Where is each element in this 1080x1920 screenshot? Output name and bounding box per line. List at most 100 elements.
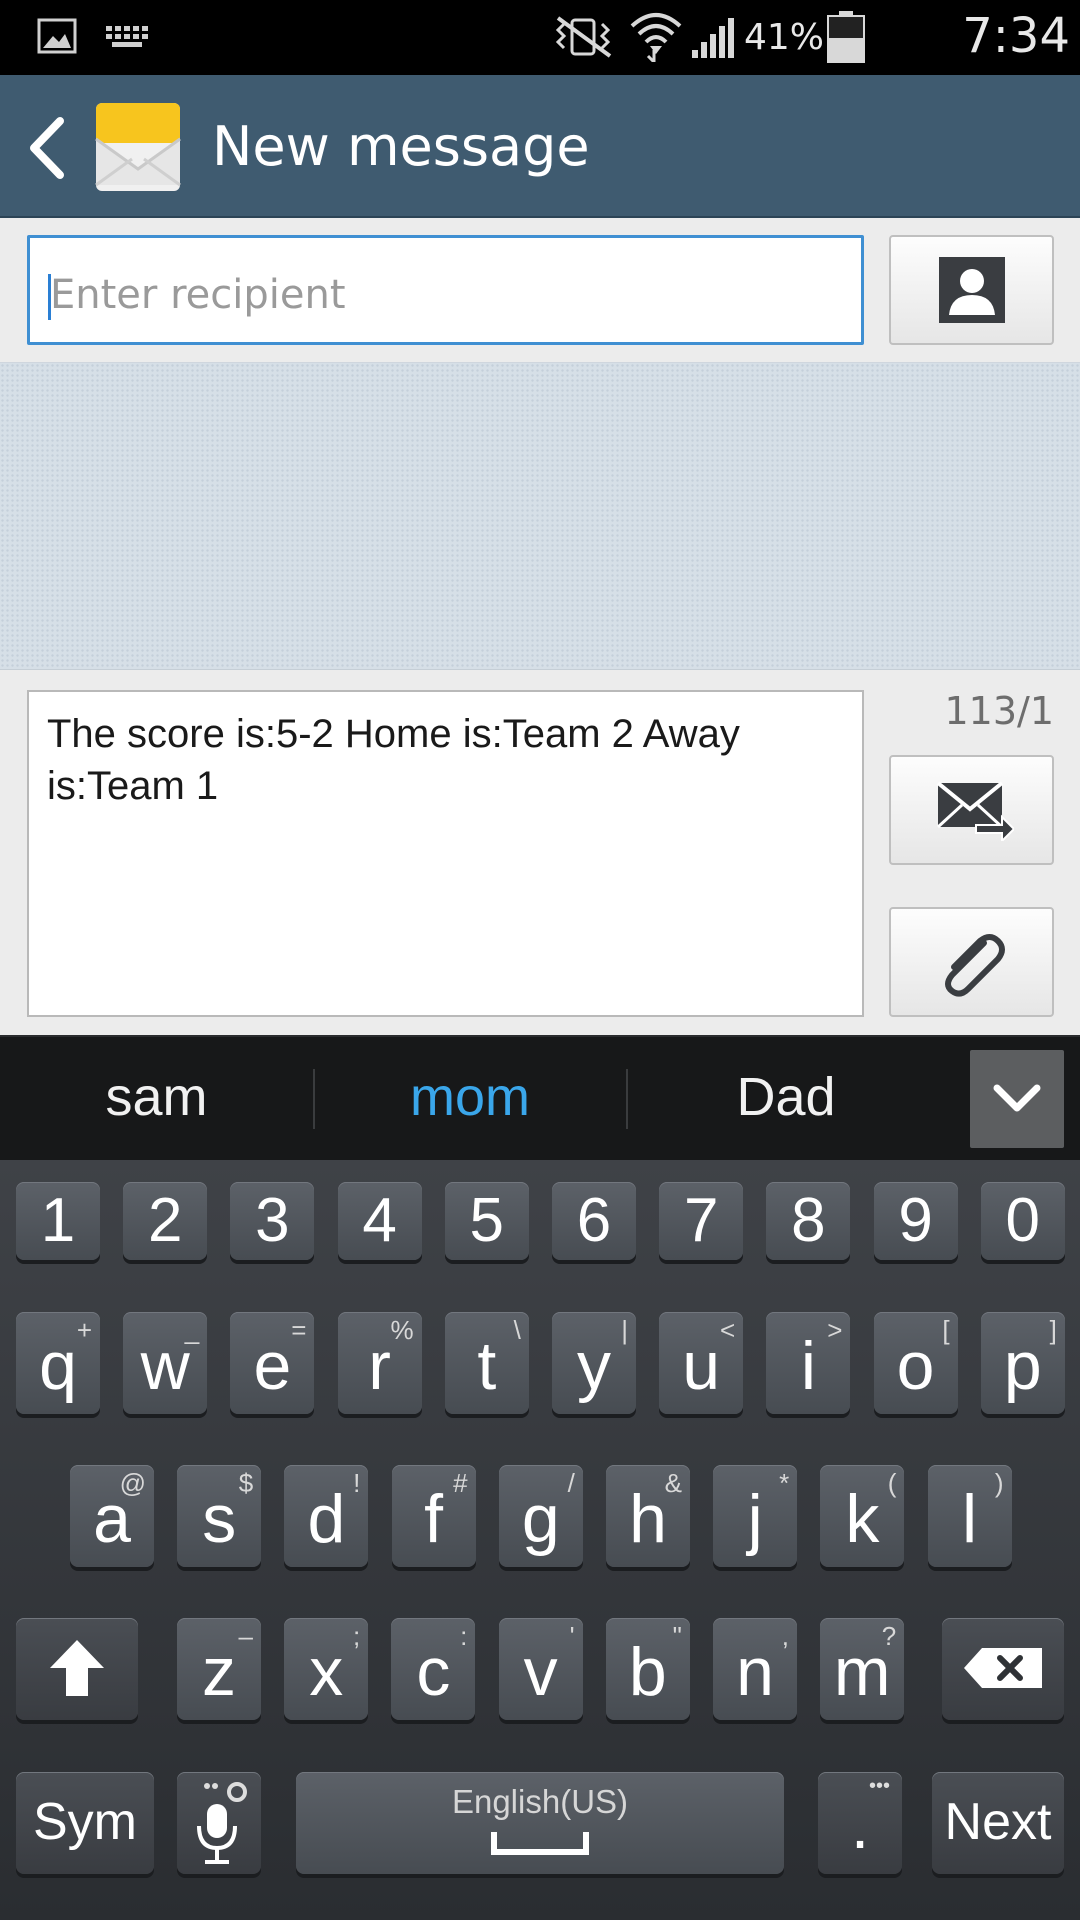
signal-icon bbox=[692, 18, 734, 58]
key-secondary-label: : bbox=[460, 1621, 468, 1651]
key-digit-9[interactable]: 9 bbox=[873, 1182, 958, 1260]
key-secondary-label: ; bbox=[352, 1621, 361, 1651]
key-o[interactable]: o[ bbox=[873, 1312, 958, 1414]
key-y[interactable]: y | bbox=[552, 1312, 636, 1414]
envelope-icon bbox=[95, 103, 181, 191]
battery-percent: 41% bbox=[744, 17, 825, 58]
key-label: 5 bbox=[469, 1186, 505, 1255]
suggestion-bar: sam mom Dad bbox=[0, 1035, 1080, 1160]
chevron-down-icon bbox=[993, 1084, 1041, 1112]
key-r[interactable]: r% bbox=[337, 1312, 422, 1414]
status-bar: 41% 7:34 PM bbox=[0, 0, 1080, 124]
key-n[interactable]: n, bbox=[713, 1618, 797, 1720]
key-m[interactable]: m? bbox=[820, 1618, 905, 1720]
key-t[interactable]: t \ bbox=[444, 1312, 529, 1414]
key-z[interactable]: z – bbox=[177, 1618, 261, 1720]
key-secondary-label: ) bbox=[994, 1468, 1004, 1498]
next-key[interactable]: Next bbox=[932, 1772, 1064, 1874]
key-e[interactable]: e = bbox=[230, 1312, 315, 1414]
chevron-left-icon[interactable] bbox=[22, 113, 70, 183]
key-secondary-label: ? bbox=[881, 1621, 897, 1651]
send-button[interactable] bbox=[889, 755, 1054, 865]
key-q[interactable]: q + bbox=[16, 1312, 100, 1414]
key-secondary-label: – bbox=[238, 1621, 253, 1651]
key-secondary-label: ] bbox=[1049, 1315, 1057, 1345]
key-digit-4[interactable]: 4 bbox=[337, 1182, 422, 1260]
shift-key[interactable] bbox=[16, 1618, 138, 1720]
backspace-icon bbox=[964, 1648, 1042, 1688]
sym-key[interactable]: Sym bbox=[16, 1772, 154, 1874]
key-secondary-label: , bbox=[781, 1621, 789, 1651]
key-digit-1[interactable]: 1 bbox=[16, 1182, 100, 1260]
key-secondary-label: + bbox=[76, 1315, 92, 1345]
vibrate-mute-icon bbox=[555, 16, 612, 58]
key-s[interactable]: s $ bbox=[177, 1465, 262, 1567]
key-c[interactable]: c: bbox=[391, 1618, 476, 1720]
key-secondary-label: < bbox=[720, 1315, 736, 1345]
key-digit-2[interactable]: 2 bbox=[123, 1182, 208, 1260]
key-secondary-label: _ bbox=[184, 1315, 200, 1345]
recipient-input[interactable]: Enter recipient bbox=[27, 235, 864, 345]
composer: The score is:5-2 Home is:Team 2 Away is:… bbox=[0, 670, 1080, 1035]
gallery-notification-icon bbox=[37, 18, 77, 54]
key-secondary-label: # bbox=[453, 1468, 468, 1498]
wifi-icon bbox=[630, 13, 682, 62]
key-secondary-label: " bbox=[672, 1621, 682, 1651]
key-j[interactable]: j * bbox=[713, 1465, 798, 1567]
keyboard: 1 2 3 4 5 6 7 8 9 0 q + w _ e = r% t \ y | u < i > o[p] a @ s $ d! f #… bbox=[0, 1160, 1080, 1920]
key-digit-8[interactable]: 8 bbox=[766, 1182, 851, 1260]
message-input[interactable]: The score is:5-2 Home is:Team 2 Away is:… bbox=[27, 690, 864, 1017]
action-bar: New message bbox=[0, 75, 1080, 218]
key-secondary-label: * bbox=[779, 1468, 790, 1498]
paperclip-icon bbox=[945, 934, 1005, 997]
key-d[interactable]: d! bbox=[284, 1465, 369, 1567]
character-counter: 113/1 bbox=[944, 689, 1054, 733]
key-secondary-label: = bbox=[291, 1315, 307, 1345]
backspace-key[interactable] bbox=[942, 1618, 1064, 1720]
key-v[interactable]: v ' bbox=[498, 1618, 583, 1720]
key-g[interactable]: g / bbox=[498, 1465, 583, 1567]
key-digit-5[interactable]: 5 bbox=[444, 1182, 529, 1260]
key-label: 1 bbox=[40, 1186, 76, 1255]
key-secondary-label: / bbox=[567, 1468, 575, 1498]
key-digit-3[interactable]: 3 bbox=[230, 1182, 315, 1260]
contacts-button[interactable] bbox=[889, 235, 1054, 345]
key-digit-0[interactable]: 0 bbox=[980, 1182, 1065, 1260]
key-digit-6[interactable]: 6 bbox=[552, 1182, 636, 1260]
key-secondary-label: | bbox=[621, 1315, 628, 1345]
key-label: 9 bbox=[898, 1186, 933, 1255]
key-l[interactable]: l) bbox=[927, 1465, 1012, 1567]
recipient-placeholder: Enter recipient bbox=[50, 272, 346, 318]
key-digit-7[interactable]: 7 bbox=[659, 1182, 744, 1260]
key-f[interactable]: f # bbox=[391, 1465, 476, 1567]
microphone-settings-icon bbox=[197, 1782, 247, 1864]
space-key[interactable]: English(US) bbox=[296, 1772, 784, 1874]
key-a[interactable]: a @ bbox=[70, 1465, 154, 1567]
key-secondary-label: ' bbox=[569, 1621, 575, 1651]
attach-button[interactable] bbox=[889, 907, 1054, 1017]
page-title: New message bbox=[212, 115, 590, 178]
suggestion-item-highlighted[interactable]: mom bbox=[315, 1037, 625, 1157]
key-label: 8 bbox=[791, 1186, 826, 1255]
key-x[interactable]: x; bbox=[284, 1618, 369, 1720]
battery-icon bbox=[827, 11, 865, 63]
key-w[interactable]: w _ bbox=[123, 1312, 208, 1414]
key-i[interactable]: i > bbox=[766, 1312, 851, 1414]
key-secondary-label: ( bbox=[887, 1468, 897, 1498]
period-key[interactable]: ••• . bbox=[818, 1772, 902, 1874]
key-u[interactable]: u < bbox=[659, 1312, 744, 1414]
send-message-icon bbox=[936, 781, 1014, 841]
key-h[interactable]: h & bbox=[606, 1465, 690, 1567]
suggestion-item[interactable]: Dad bbox=[628, 1037, 944, 1157]
space-bar-icon bbox=[491, 1832, 589, 1855]
voice-input-key[interactable] bbox=[177, 1772, 261, 1874]
collapse-suggestions-button[interactable] bbox=[970, 1050, 1064, 1148]
key-secondary-label: % bbox=[390, 1315, 414, 1345]
keyboard-notification-icon bbox=[106, 26, 148, 47]
key-label: 3 bbox=[255, 1186, 290, 1255]
key-p[interactable]: p] bbox=[980, 1312, 1065, 1414]
suggestion-item[interactable]: sam bbox=[0, 1037, 313, 1157]
key-b[interactable]: b " bbox=[605, 1618, 690, 1720]
key-secondary-label: ! bbox=[353, 1468, 361, 1498]
key-k[interactable]: k( bbox=[820, 1465, 905, 1567]
